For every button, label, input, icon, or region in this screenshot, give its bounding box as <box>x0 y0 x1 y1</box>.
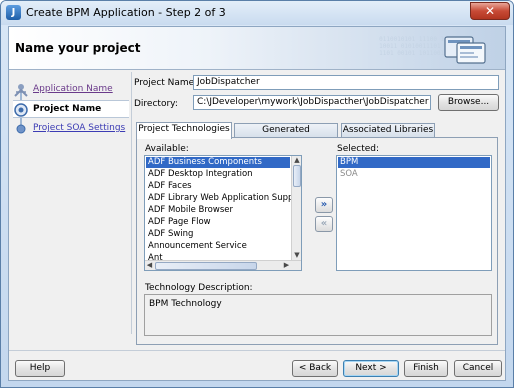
nav-divider <box>131 72 132 334</box>
add-selected-button[interactable]: » <box>315 197 333 213</box>
step-current-icon <box>14 103 28 117</box>
list-item[interactable]: BPM <box>338 157 490 168</box>
list-item: SOA <box>340 169 358 179</box>
help-button[interactable]: Help <box>15 360 65 377</box>
step-next-icon <box>16 124 26 134</box>
step-label[interactable]: Project SOA Settings <box>33 123 125 133</box>
list-item[interactable]: ADF Business Components <box>146 157 290 168</box>
directory-field[interactable]: C:\JDeveloper\mywork\JobDispacther\JobDi… <box>193 95 431 110</box>
list-item[interactable]: ADF Swing <box>146 229 290 240</box>
scroll-thumb[interactable] <box>293 165 301 187</box>
scroll-down-icon[interactable]: ▼ <box>292 251 301 260</box>
title-bar[interactable]: J Create BPM Application - Step 2 of 3 ✕ <box>1 1 513 25</box>
dialog-window: J Create BPM Application - Step 2 of 3 ✕… <box>0 0 514 388</box>
wizard-header: Name your project 0110010101 11100 1011 … <box>9 27 505 70</box>
step-project-name[interactable]: Project Name <box>13 100 129 118</box>
scroll-right-icon[interactable]: ▶ <box>282 261 291 270</box>
footer-divider <box>9 350 505 351</box>
remove-selected-button[interactable]: « <box>315 216 333 232</box>
technology-description-text: BPM Technology <box>149 299 222 309</box>
scroll-up-icon[interactable]: ▲ <box>292 156 301 165</box>
list-item[interactable]: ADF Desktop Integration <box>146 169 290 180</box>
available-horizontal-scrollbar[interactable]: ◀ ▶ <box>145 260 301 270</box>
list-item[interactable]: Announcement Service <box>146 241 290 252</box>
list-item[interactable]: ADF Mobile Browser <box>146 205 290 216</box>
tab-generated-components[interactable]: Generated Components <box>234 123 338 148</box>
project-name-label: Project Name: <box>134 78 198 88</box>
technology-description-box: BPM Technology <box>144 294 492 336</box>
step-label: Project Name <box>33 104 102 114</box>
available-vertical-scrollbar[interactable]: ▲ ▼ <box>291 156 301 260</box>
technology-description-label: Technology Description: <box>145 283 253 293</box>
tab-panel-project-technologies: Available: ADF Business Components ADF D… <box>136 137 498 345</box>
finish-button[interactable]: Finish <box>404 360 448 377</box>
directory-label: Directory: <box>134 99 178 109</box>
wizard-steps-nav: Application Name Project Name Project SO… <box>9 77 131 337</box>
window-title: Create BPM Application - Step 2 of 3 <box>26 6 226 19</box>
browse-button[interactable]: Browse... <box>438 94 499 111</box>
selected-list[interactable]: BPM SOA <box>336 155 492 271</box>
project-name-field[interactable]: JobDispatcher <box>193 75 499 90</box>
page-title: Name your project <box>15 41 141 55</box>
back-button[interactable]: < Back <box>292 360 338 377</box>
step-label[interactable]: Application Name <box>33 84 113 94</box>
available-label: Available: <box>145 144 189 154</box>
close-button[interactable]: ✕ <box>470 2 510 20</box>
next-button[interactable]: Next > <box>343 360 399 377</box>
scroll-left-icon[interactable]: ◀ <box>145 261 154 270</box>
tab-project-technologies[interactable]: Project Technologies <box>136 122 232 139</box>
cancel-button[interactable]: Cancel <box>454 360 502 377</box>
scroll-thumb[interactable] <box>155 262 257 270</box>
list-item[interactable]: ADF Faces <box>146 181 290 192</box>
tab-associated-libraries[interactable]: Associated Libraries <box>341 123 435 138</box>
dialog-body: Name your project 0110010101 11100 1011 … <box>8 26 506 381</box>
step-visited-icon <box>14 84 28 97</box>
step-project-soa-settings[interactable]: Project SOA Settings <box>13 120 129 138</box>
selected-label: Selected: <box>337 144 380 154</box>
available-list[interactable]: ADF Business Components ADF Desktop Inte… <box>144 155 302 271</box>
list-item[interactable]: ADF Library Web Application Support <box>146 193 301 204</box>
wizard-graphic-icon <box>444 36 486 64</box>
list-item[interactable]: ADF Page Flow <box>146 217 290 228</box>
step-application-name[interactable]: Application Name <box>13 81 129 99</box>
app-icon: J <box>6 5 21 20</box>
